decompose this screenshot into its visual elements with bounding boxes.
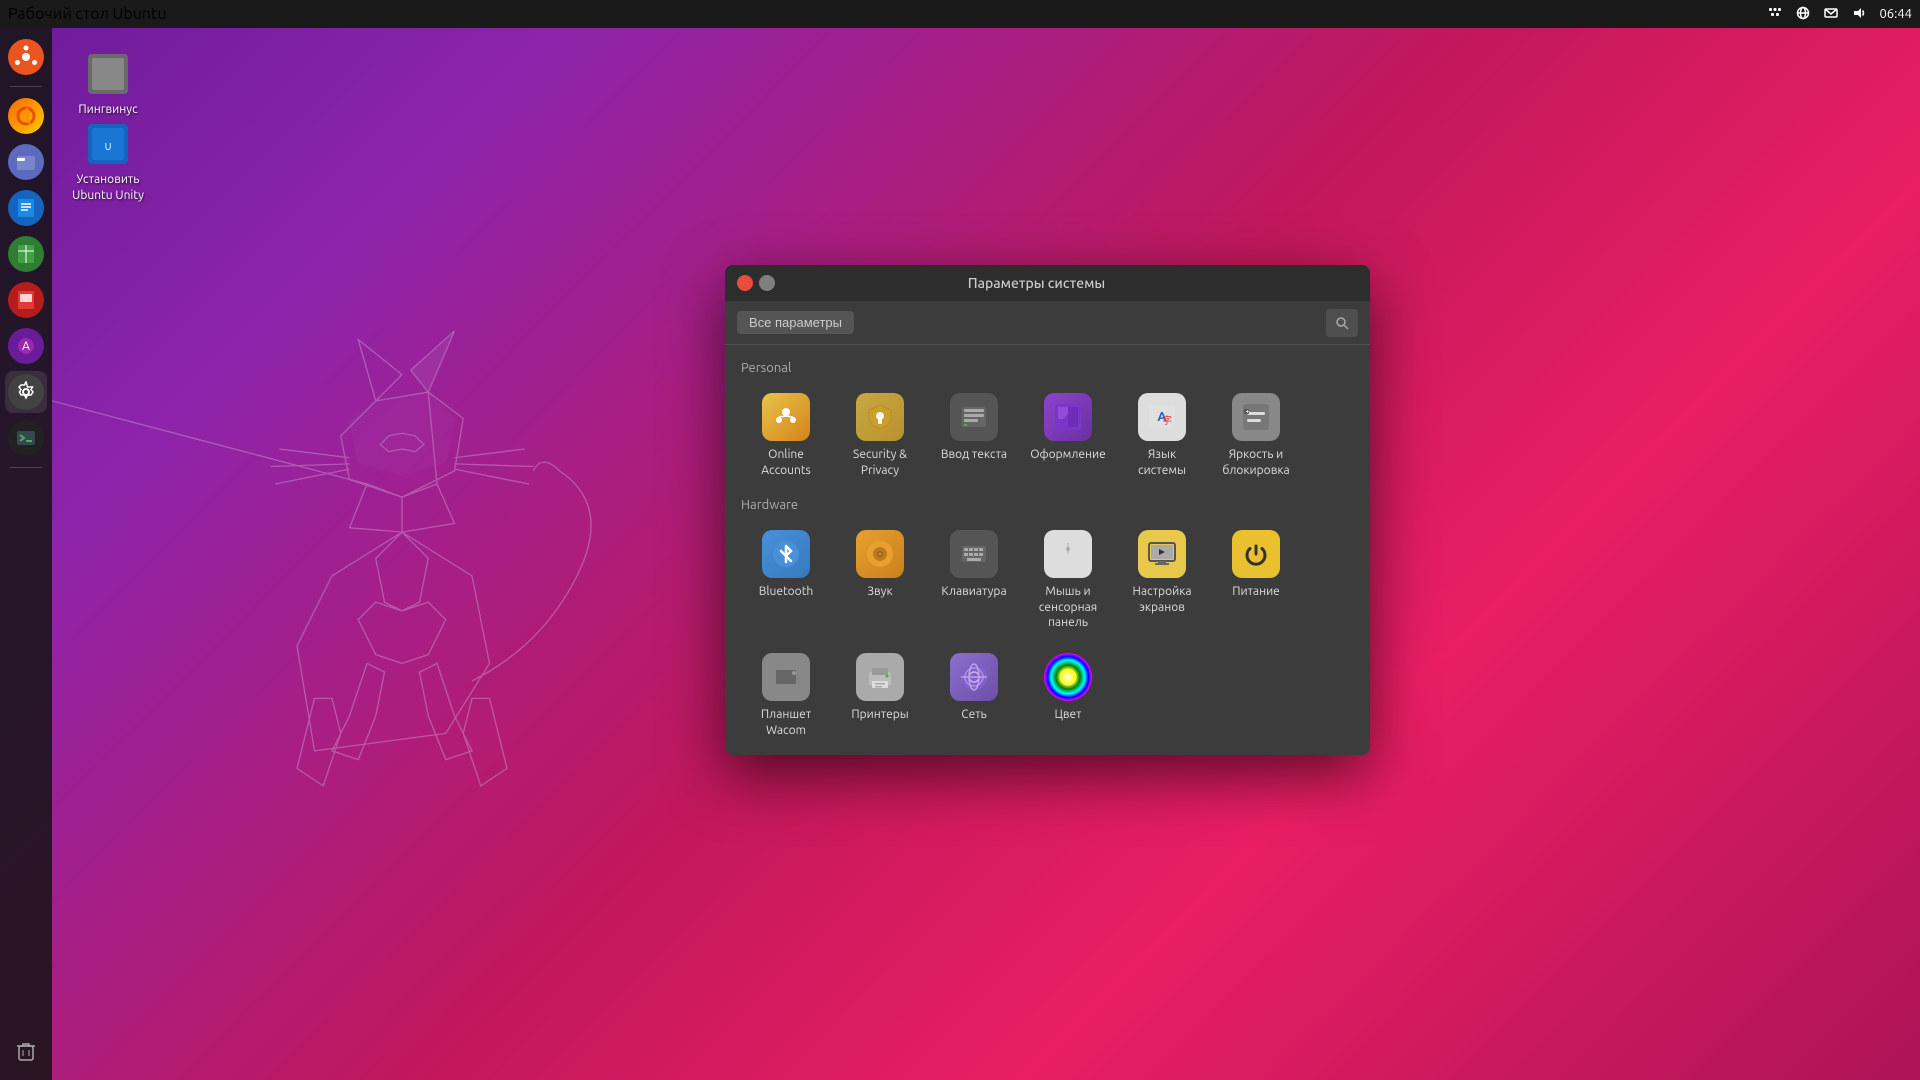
svg-text:U: U (105, 141, 112, 152)
mouse-label: Мышь исенсорнаяпанель (1039, 584, 1097, 631)
close-button[interactable]: ✕ (737, 275, 753, 291)
search-box[interactable] (1326, 309, 1358, 337)
sound-icon (856, 530, 904, 578)
settings-item-text-input[interactable]: Ввод текста (929, 383, 1019, 486)
settings-item-mouse[interactable]: Мышь исенсорнаяпанель (1023, 520, 1113, 639)
settings-item-sound[interactable]: Звук (835, 520, 925, 639)
svg-text:字: 字 (1162, 414, 1172, 426)
dock-separator-2 (10, 467, 42, 468)
hardware-grid: Bluetooth Звук (741, 520, 1354, 746)
brightness-label: Яркость иблокировка (1222, 447, 1289, 478)
titlebar-controls: ✕ – (737, 275, 775, 291)
appearance-label: Оформление (1030, 447, 1106, 463)
desktop: Рабочий стол Ubuntu 06:44 (0, 0, 1920, 1080)
settings-item-color[interactable]: Цвет (1023, 643, 1113, 746)
dock-item-firefox[interactable] (5, 95, 47, 137)
desktop-icon-install-unity[interactable]: U УстановитьUbuntu Unity (68, 120, 148, 203)
settings-item-printers[interactable]: Принтеры (835, 643, 925, 746)
settings-item-network[interactable]: Сеть (929, 643, 1019, 746)
dock-item-appcenter[interactable]: A (5, 325, 47, 367)
keyboard-label: Клавиатура (941, 584, 1006, 600)
settings-item-power[interactable]: Питание (1211, 520, 1301, 639)
security-icon (856, 393, 904, 441)
toolbar: Все параметры (725, 301, 1370, 345)
window-title: Параметры системы (775, 275, 1298, 291)
settings-content: Personal OnlineAccounts (725, 345, 1370, 755)
settings-item-language[interactable]: A 字 Языксистемы (1117, 383, 1207, 486)
printers-icon (856, 653, 904, 701)
clock[interactable]: 06:44 (1879, 7, 1912, 21)
web-tray-icon[interactable] (1795, 5, 1811, 24)
settings-item-bluetooth[interactable]: Bluetooth (741, 520, 831, 639)
dock-item-trash[interactable] (5, 1030, 47, 1072)
desktop-icon-pingvinus-label: Пингвинус (78, 102, 137, 118)
wacom-label: ПланшетWacom (761, 707, 811, 738)
settings-item-keyboard[interactable]: Клавиатура (929, 520, 1019, 639)
volume-tray-icon[interactable] (1851, 5, 1867, 24)
online-accounts-icon (762, 393, 810, 441)
security-label: Security &Privacy (853, 447, 907, 478)
mail-tray-icon[interactable] (1823, 5, 1839, 24)
settings-window: ✕ – Параметры системы Все параметры Pers… (725, 265, 1370, 755)
back-button[interactable]: Все параметры (737, 311, 854, 334)
color-icon (1044, 653, 1092, 701)
topbar: Рабочий стол Ubuntu 06:44 (0, 0, 1920, 28)
settings-item-online-accounts[interactable]: OnlineAccounts (741, 383, 831, 486)
svg-text:A: A (22, 340, 30, 353)
bluetooth-label: Bluetooth (759, 584, 814, 600)
appearance-icon (1044, 393, 1092, 441)
settings-item-wacom[interactable]: ПланшетWacom (741, 643, 831, 746)
settings-item-appearance[interactable]: Оформление (1023, 383, 1113, 486)
dock-item-files[interactable] (5, 141, 47, 183)
minimize-button[interactable]: – (759, 275, 775, 291)
bluetooth-icon (762, 530, 810, 578)
personal-grid: OnlineAccounts Security &Privacy (741, 383, 1354, 486)
display-icon (1138, 530, 1186, 578)
language-icon: A 字 (1138, 393, 1186, 441)
dock-item-impress[interactable] (5, 279, 47, 321)
network-tray-icon[interactable] (1767, 5, 1783, 24)
dock-separator-1 (10, 86, 42, 87)
online-accounts-label: OnlineAccounts (761, 447, 811, 478)
brightness-icon (1232, 393, 1280, 441)
language-label: Языксистемы (1138, 447, 1186, 478)
desktop-icon-install-unity-label: УстановитьUbuntu Unity (72, 172, 144, 203)
printers-label: Принтеры (851, 707, 908, 723)
topbar-title: Рабочий стол Ubuntu (8, 5, 166, 23)
dock: A (0, 28, 52, 1080)
section-hardware-label: Hardware (741, 498, 1354, 512)
sound-label: Звук (867, 584, 892, 600)
settings-item-security[interactable]: Security &Privacy (835, 383, 925, 486)
desktop-icon-pingvinus[interactable]: Пингвинус (68, 50, 148, 118)
keyboard-icon (950, 530, 998, 578)
settings-item-display[interactable]: Настройкаэкранов (1117, 520, 1207, 639)
network-icon (950, 653, 998, 701)
dock-item-settings[interactable] (5, 371, 47, 413)
dock-item-writer[interactable] (5, 187, 47, 229)
text-input-icon (950, 393, 998, 441)
settings-item-brightness[interactable]: Яркость иблокировка (1211, 383, 1301, 486)
display-label: Настройкаэкранов (1132, 584, 1191, 615)
color-label: Цвет (1054, 707, 1081, 723)
dock-item-terminal[interactable] (5, 417, 47, 459)
cat-illustration (52, 28, 752, 1080)
topbar-right: 06:44 (1767, 5, 1912, 24)
dock-item-calc[interactable] (5, 233, 47, 275)
titlebar: ✕ – Параметры системы (725, 265, 1370, 301)
mouse-icon (1044, 530, 1092, 578)
section-personal-label: Personal (741, 361, 1354, 375)
text-input-label: Ввод текста (941, 447, 1007, 463)
wacom-icon (762, 653, 810, 701)
power-label: Питание (1232, 584, 1280, 600)
dock-item-home[interactable] (5, 36, 47, 78)
power-icon (1232, 530, 1280, 578)
network-label: Сеть (961, 707, 987, 723)
